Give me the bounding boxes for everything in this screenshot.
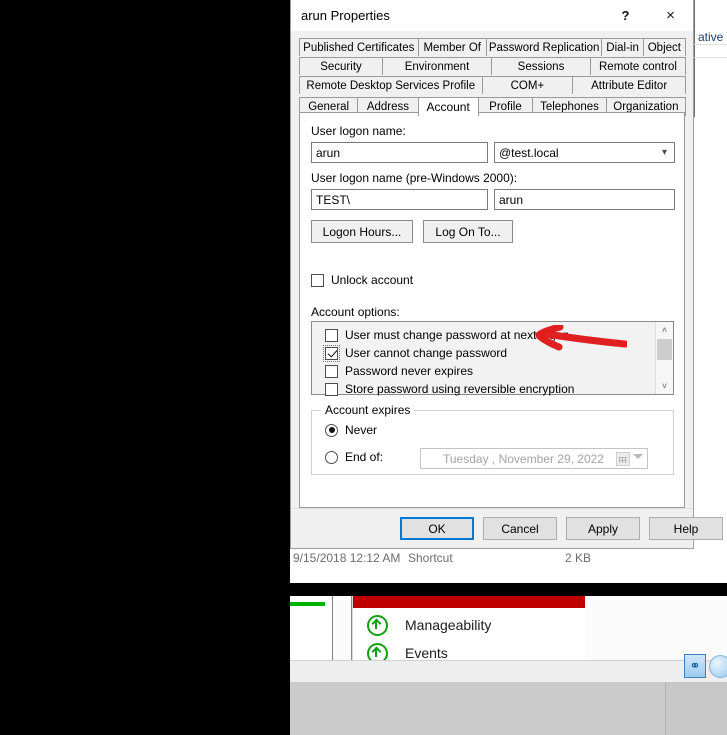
upn-suffix-value: @test.local: [499, 145, 559, 160]
checkbox-glyph: [325, 328, 338, 342]
server-manager-right-pane: [585, 596, 727, 660]
account-option-row[interactable]: Store password using reversible encrypti…: [325, 382, 574, 396]
checkbox-glyph: [325, 382, 338, 396]
radio-glyph: [325, 450, 338, 464]
checkbox-glyph: [323, 344, 340, 362]
tab-strip: Published Certificates Member Of Password …: [299, 37, 686, 116]
user-logon-name-input[interactable]: arun: [311, 142, 488, 163]
ok-button[interactable]: OK: [400, 517, 474, 540]
log-on-to-button[interactable]: Log On To...: [423, 220, 513, 243]
unlock-account-checkbox[interactable]: Unlock account: [311, 273, 413, 287]
tab-row-0: Published Certificates Member Of Password …: [299, 37, 686, 56]
scrollbar-thumb[interactable]: [657, 339, 672, 360]
pre-windows-2000-name-input[interactable]: arun: [494, 189, 675, 210]
account-options-listbox[interactable]: User must change password at next logon U…: [311, 321, 674, 396]
status-green-bar: [290, 602, 325, 606]
tab-row-1: Security Environment Sessions Remote contro…: [299, 56, 686, 75]
upn-suffix-dropdown[interactable]: @test.local ▾: [494, 142, 675, 163]
scroll-down-icon[interactable]: ˅: [656, 378, 673, 394]
cancel-button[interactable]: Cancel: [483, 517, 557, 540]
background-list-rule: [692, 44, 727, 45]
alert-red-header-bar: [353, 596, 585, 608]
help-button[interactable]: Help: [649, 517, 723, 540]
user-logon-name-label: User logon name:: [311, 124, 406, 138]
manageability-label: Manageability: [405, 617, 492, 633]
account-option-row[interactable]: User must change password at next logon: [325, 328, 569, 342]
expires-date-picker[interactable]: Tuesday , November 29, 2022: [420, 448, 648, 469]
file-date: 9/15/2018 12:12 AM: [293, 551, 401, 565]
logon-hours-button[interactable]: Logon Hours...: [311, 220, 413, 243]
chevron-down-icon[interactable]: [633, 454, 643, 459]
expires-endof-radio[interactable]: End of:: [325, 450, 383, 464]
background-list-rule: [692, 57, 727, 58]
apply-button[interactable]: Apply: [566, 517, 640, 540]
dialog-title: arun Properties: [301, 8, 390, 23]
account-option-label: Store password using reversible encrypti…: [345, 382, 575, 396]
server-manager-left-pane: [290, 596, 333, 660]
chevron-down-icon: ▾: [661, 147, 667, 158]
tab-environment[interactable]: Environment: [382, 57, 492, 75]
tab-remote-control[interactable]: Remote control: [590, 57, 686, 75]
expires-never-label: Never: [345, 423, 378, 437]
dialog-button-bar: OK Cancel Apply Help: [291, 508, 723, 548]
tab-dial-in[interactable]: Dial-in: [601, 38, 644, 56]
tab-member-of[interactable]: Member Of: [417, 38, 487, 56]
tab-security[interactable]: Security: [299, 57, 383, 75]
tab-attribute-editor[interactable]: Attribute Editor: [572, 76, 686, 94]
arun-properties-dialog: arun Properties ? × Published Certificat…: [290, 0, 723, 549]
dialog-title-bar[interactable]: arun Properties ? ×: [291, 0, 693, 31]
disk-management-icon[interactable]: ⚭: [684, 654, 706, 678]
tab-password-replication[interactable]: Password Replication: [485, 38, 603, 56]
checkbox-glyph: [325, 364, 338, 378]
pre-windows-2000-domain-input[interactable]: TEST\: [311, 189, 488, 210]
expires-date-value: Tuesday , November 29, 2022: [443, 451, 604, 466]
taskbar-icon-group: ⚭: [684, 653, 727, 679]
tab-sessions[interactable]: Sessions: [491, 57, 591, 75]
calendar-icon[interactable]: [616, 452, 630, 466]
account-expires-legend: Account expires: [321, 403, 415, 417]
file-size: 2 KB: [565, 551, 592, 565]
server-manager-bottom-strip: [290, 660, 727, 683]
server-manager-card[interactable]: Manageability Events: [352, 596, 586, 664]
manageability-row[interactable]: Manageability: [353, 612, 585, 638]
account-options-label: Account options:: [311, 305, 400, 319]
tab-account[interactable]: Account: [417, 97, 479, 116]
file-type: Shortcut: [408, 551, 453, 565]
media-disc-icon[interactable]: [709, 654, 727, 678]
tab-remote-desktop-services-profile[interactable]: Remote Desktop Services Profile: [299, 76, 483, 94]
expires-never-radio[interactable]: Never: [325, 423, 377, 437]
help-icon[interactable]: ?: [603, 0, 648, 31]
background-column-divider: [694, 0, 695, 117]
server-manager-panel: Manageability Events: [290, 596, 727, 664]
account-option-label: User cannot change password: [345, 346, 508, 360]
account-tab-panel: User logon name: arun @test.local ▾ User…: [299, 112, 685, 508]
tab-object[interactable]: Object: [642, 38, 686, 56]
background-partial-text: ative T: [698, 30, 727, 44]
unlock-account-label: Unlock account: [331, 273, 414, 287]
events-label: Events: [405, 645, 448, 661]
pre-windows-2000-label: User logon name (pre-Windows 2000):: [311, 171, 518, 185]
background-file-row: 9/15/2018 12:12 AM Shortcut 2 KB: [290, 551, 727, 569]
tab-com[interactable]: COM+: [481, 76, 574, 94]
arrow-up-circle-icon: [367, 614, 388, 636]
lower-desktop-area: [290, 682, 727, 735]
close-icon[interactable]: ×: [648, 0, 693, 31]
account-option-label: User must change password at next logon: [345, 328, 570, 342]
disk-glyph: ⚭: [689, 658, 701, 673]
account-option-label: Password never expires: [345, 364, 474, 378]
radio-glyph: [325, 423, 338, 437]
lower-desktop-inner: [290, 682, 666, 735]
scroll-up-icon[interactable]: ˄: [656, 322, 673, 338]
title-bar-buttons: ? ×: [603, 0, 693, 31]
desktop-background: ative T 9/15/2018 12:12 AM Shortcut 2 KB…: [0, 0, 727, 735]
account-option-row[interactable]: User cannot change password: [323, 344, 508, 362]
account-option-row[interactable]: Password never expires: [325, 364, 473, 378]
account-expires-group: Account expires Never End of: Tuesday , …: [311, 403, 674, 475]
account-options-scrollbar[interactable]: ˄ ˅: [655, 322, 673, 394]
expires-endof-label: End of:: [345, 450, 384, 464]
server-manager-gap: [333, 596, 352, 660]
tab-row-2: Remote Desktop Services Profile COM+ Attri…: [299, 75, 686, 94]
checkbox-glyph: [311, 273, 324, 287]
tab-published-certificates[interactable]: Published Certificates: [299, 38, 419, 56]
